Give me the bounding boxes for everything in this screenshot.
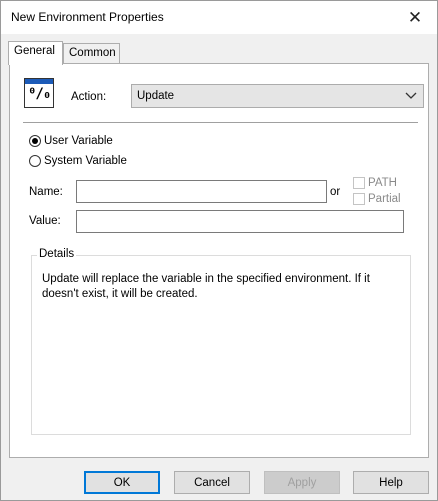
path-checkbox[interactable]: PATH [353, 177, 397, 189]
tab-general[interactable]: General [8, 41, 63, 65]
value-label: Value: [29, 215, 61, 227]
close-icon[interactable]: ✕ [393, 1, 437, 34]
partial-checkbox[interactable]: Partial [353, 193, 401, 205]
name-input[interactable] [76, 180, 327, 203]
general-panel: ⁰/₀ Action: Update User Variable System … [9, 63, 429, 458]
action-icon-bar [25, 79, 53, 84]
title-bar: New Environment Properties ✕ [1, 1, 437, 34]
apply-button[interactable]: Apply [264, 471, 340, 494]
chevron-down-icon [405, 92, 417, 99]
partial-checkbox-box[interactable] [353, 193, 365, 205]
partial-label: Partial [368, 193, 401, 205]
details-title: Details [37, 248, 77, 260]
system-variable-label: System Variable [44, 155, 127, 167]
path-checkbox-box[interactable] [353, 177, 365, 189]
action-icon: ⁰/₀ [24, 78, 54, 108]
name-label: Name: [29, 186, 63, 198]
tab-common[interactable]: Common [63, 43, 120, 64]
value-input[interactable] [76, 210, 404, 233]
details-groupbox: Details Update will replace the variable… [31, 248, 411, 435]
user-variable-radio[interactable]: User Variable [29, 135, 113, 147]
details-text: Update will replace the variable in the … [42, 273, 370, 300]
user-variable-label: User Variable [44, 135, 113, 147]
path-label: PATH [368, 177, 397, 189]
or-label: or [330, 186, 341, 198]
action-icon-glyph: ⁰/₀ [28, 86, 51, 102]
separator [23, 122, 418, 123]
help-button[interactable]: Help [353, 471, 429, 494]
action-dropdown[interactable]: Update [131, 84, 424, 108]
dialog-window: New Environment Properties ✕ General Com… [0, 0, 438, 501]
window-title: New Environment Properties [11, 10, 164, 24]
ok-button[interactable]: OK [84, 471, 160, 494]
cancel-button[interactable]: Cancel [174, 471, 250, 494]
action-selected-value: Update [137, 90, 175, 102]
tab-strip: General Common [1, 34, 437, 65]
user-variable-radio-indicator[interactable] [29, 135, 41, 147]
system-variable-radio[interactable]: System Variable [29, 155, 127, 167]
action-label: Action: [71, 91, 107, 103]
system-variable-radio-indicator[interactable] [29, 155, 41, 167]
